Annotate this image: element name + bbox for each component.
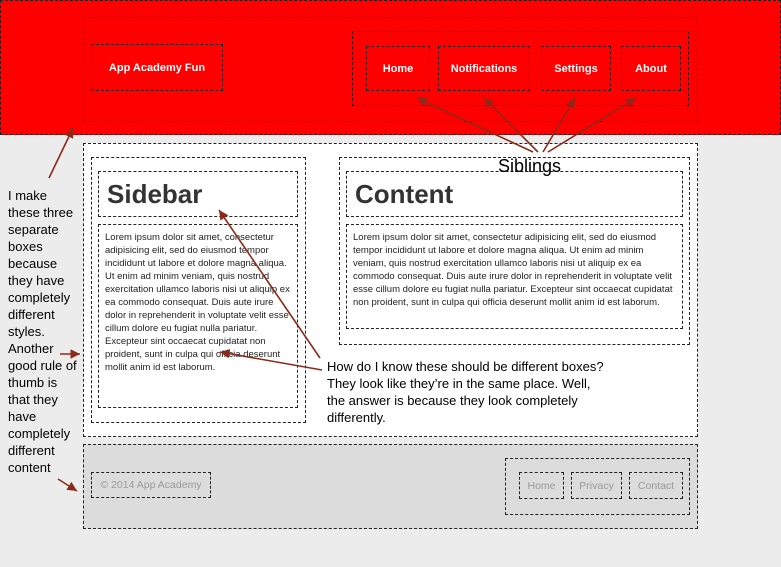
middle-annotation: How do I know these should be different … <box>327 359 604 425</box>
siblings-label: Siblings <box>498 156 562 176</box>
sidebar-text: Lorem ipsum dolor sit amet, consectetur … <box>98 224 298 408</box>
sidebar-title: Sidebar <box>98 171 298 217</box>
footer-link-privacy[interactable]: Privacy <box>571 472 622 499</box>
footer-link-home[interactable]: Home <box>519 472 564 499</box>
nav-item-settings[interactable]: Settings <box>541 46 611 91</box>
arrow-to-header <box>48 127 74 179</box>
nav-item-about[interactable]: About <box>621 46 681 91</box>
content-text: Lorem ipsum dolor sit amet, consectetur … <box>346 224 683 329</box>
nav-item-home[interactable]: Home <box>366 46 430 91</box>
footer-copyright: © 2014 App Academy <box>91 472 211 498</box>
left-annotation: I make these three separate boxes becaus… <box>8 188 77 475</box>
logo[interactable]: App Academy Fun <box>91 44 223 91</box>
arrow-to-footer <box>57 478 78 492</box>
nav-item-notifications[interactable]: Notifications <box>438 46 530 91</box>
footer-link-contact[interactable]: Contact <box>629 472 683 499</box>
content-title: Content <box>346 171 683 217</box>
